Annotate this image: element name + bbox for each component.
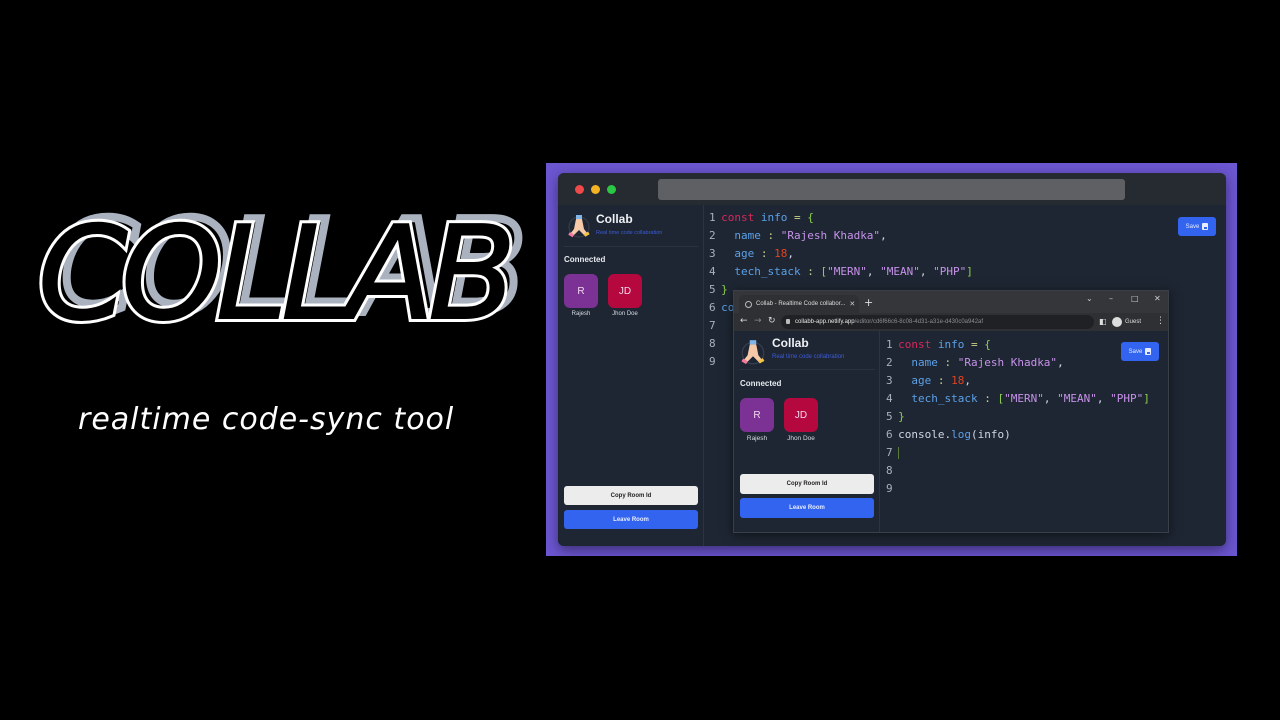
client-name: Rajesh bbox=[746, 435, 768, 442]
reload-icon[interactable]: ↻ bbox=[768, 316, 776, 327]
new-tab-button[interactable]: + bbox=[864, 296, 873, 309]
tab-search-icon[interactable]: ⌄ bbox=[1086, 294, 1093, 303]
code-line: 5} bbox=[709, 283, 728, 296]
avatar-rajesh: R bbox=[740, 398, 774, 432]
url-input[interactable]: collabb-app.netlify.app/editor/cd6f66c6-… bbox=[781, 315, 1094, 329]
code-line: 1 const info = { bbox=[709, 211, 814, 224]
browser-tab[interactable]: Collab - Realtime Code collabor... ✕ bbox=[739, 295, 859, 313]
minimize-icon[interactable]: – bbox=[1109, 294, 1113, 303]
save-label: Save bbox=[1185, 223, 1200, 230]
praying-hands-logo-icon bbox=[741, 340, 765, 365]
profile-label: Guest bbox=[1125, 319, 1142, 325]
code-line: 5} bbox=[886, 410, 905, 423]
code-editor[interactable]: 1 const info = { 2 name : "Rajesh Khadka"… bbox=[886, 338, 1150, 495]
back-arrow-icon[interactable]: ← bbox=[740, 316, 748, 327]
code-line: 8 bbox=[709, 337, 716, 350]
hero-subtitle: realtime code-sync tool bbox=[78, 402, 455, 437]
profile-button[interactable]: Guest bbox=[1112, 315, 1141, 329]
code-line: 2 name : "Rajesh Khadka", bbox=[709, 229, 887, 242]
sidebar: Collab Real time code collabration Conne… bbox=[734, 331, 880, 532]
side-panel-icon[interactable]: ◧ bbox=[1099, 316, 1107, 327]
hero-title-text: COLLAB bbox=[37, 199, 517, 350]
profile-avatar-icon bbox=[1112, 317, 1122, 327]
code-line: 9 bbox=[709, 355, 716, 368]
maximize-window-button[interactable] bbox=[607, 185, 616, 194]
code-line: 7 bbox=[709, 319, 716, 332]
code-line: 3 age : 18, bbox=[886, 374, 971, 387]
code-line: 3 age : 18, bbox=[709, 247, 794, 260]
browser-window: Collab - Realtime Code collabor... ✕ + ⌄… bbox=[733, 290, 1169, 533]
code-line: 2 name : "Rajesh Khadka", bbox=[886, 356, 1064, 369]
promo-banner: COLLAB COLLAB COLLAB realtime code-sync … bbox=[0, 0, 1280, 720]
hero-title: COLLAB COLLAB COLLAB bbox=[34, 190, 530, 353]
text-cursor bbox=[898, 447, 900, 459]
connected-heading: Connected bbox=[740, 379, 782, 388]
save-label: Save bbox=[1128, 348, 1143, 355]
leave-room-button[interactable]: Leave Room bbox=[740, 498, 874, 518]
lock-icon bbox=[786, 319, 790, 324]
browser-viewport: Collab Real time code collabration Conne… bbox=[734, 331, 1168, 532]
save-button[interactable]: Save bbox=[1121, 342, 1159, 361]
close-tab-icon[interactable]: ✕ bbox=[849, 300, 855, 308]
avatar-jhon-doe: JD bbox=[608, 274, 642, 308]
window-titlebar bbox=[558, 173, 1226, 205]
code-line: 6 console.log(info) bbox=[886, 428, 1011, 441]
copy-room-id-button[interactable]: Copy Room Id bbox=[740, 474, 874, 494]
leave-room-button[interactable]: Leave Room bbox=[564, 510, 698, 529]
sidebar-divider bbox=[564, 246, 698, 247]
code-line: 4 tech_stack : ["MERN", "MEAN", "PHP"] bbox=[709, 265, 973, 278]
praying-hands-logo-icon bbox=[568, 215, 590, 238]
code-line: 9 bbox=[886, 482, 893, 495]
client-name: Rajesh bbox=[571, 311, 591, 317]
code-line: 7 bbox=[886, 446, 900, 459]
browser-tabstrip: Collab - Realtime Code collabor... ✕ + ⌄… bbox=[734, 291, 1168, 313]
tab-title: Collab - Realtime Code collabor... bbox=[756, 301, 846, 307]
avatar-jhon-doe: JD bbox=[784, 398, 818, 432]
sidebar: Collab Real time code collabration Conne… bbox=[558, 205, 704, 546]
copy-room-id-button[interactable]: Copy Room Id bbox=[564, 486, 698, 505]
maximize-icon[interactable]: □ bbox=[1131, 294, 1139, 303]
url-path: /editor/cd6f66c6-8c08-4d31-a31e-d430c0a9… bbox=[854, 319, 984, 325]
globe-icon bbox=[745, 300, 752, 308]
client-name: Jhon Doe bbox=[787, 435, 815, 442]
forward-arrow-icon[interactable]: → bbox=[754, 316, 762, 327]
minimize-window-button[interactable] bbox=[591, 185, 600, 194]
brand-tagline: Real time code collabration bbox=[596, 230, 663, 236]
code-line: 6 co bbox=[709, 301, 735, 314]
code-line: 1 const info = { bbox=[886, 338, 991, 351]
brand-name: Collab bbox=[772, 336, 809, 350]
brand-tagline: Real time code collabration bbox=[772, 354, 845, 360]
save-file-icon bbox=[1145, 348, 1152, 355]
code-line: 4 tech_stack : ["MERN", "MEAN", "PHP"] bbox=[886, 392, 1150, 405]
code-line: 8 bbox=[886, 464, 893, 477]
close-icon[interactable]: ✕ bbox=[1154, 294, 1161, 303]
browser-toolbar: ← → ↻ collabb-app.netlify.app/editor/cd6… bbox=[734, 313, 1168, 331]
address-bar[interactable] bbox=[658, 179, 1125, 200]
more-menu-icon[interactable]: ⋮ bbox=[1156, 316, 1165, 327]
sidebar-divider bbox=[740, 369, 875, 370]
url-host: collabb-app.netlify.app bbox=[795, 319, 855, 325]
close-window-button[interactable] bbox=[575, 185, 584, 194]
save-button[interactable]: Save bbox=[1178, 217, 1216, 236]
save-file-icon bbox=[1202, 223, 1209, 230]
avatar-rajesh: R bbox=[564, 274, 598, 308]
connected-heading: Connected bbox=[564, 255, 606, 264]
client-name: Jhon Doe bbox=[612, 311, 638, 317]
brand-name: Collab bbox=[596, 212, 633, 226]
